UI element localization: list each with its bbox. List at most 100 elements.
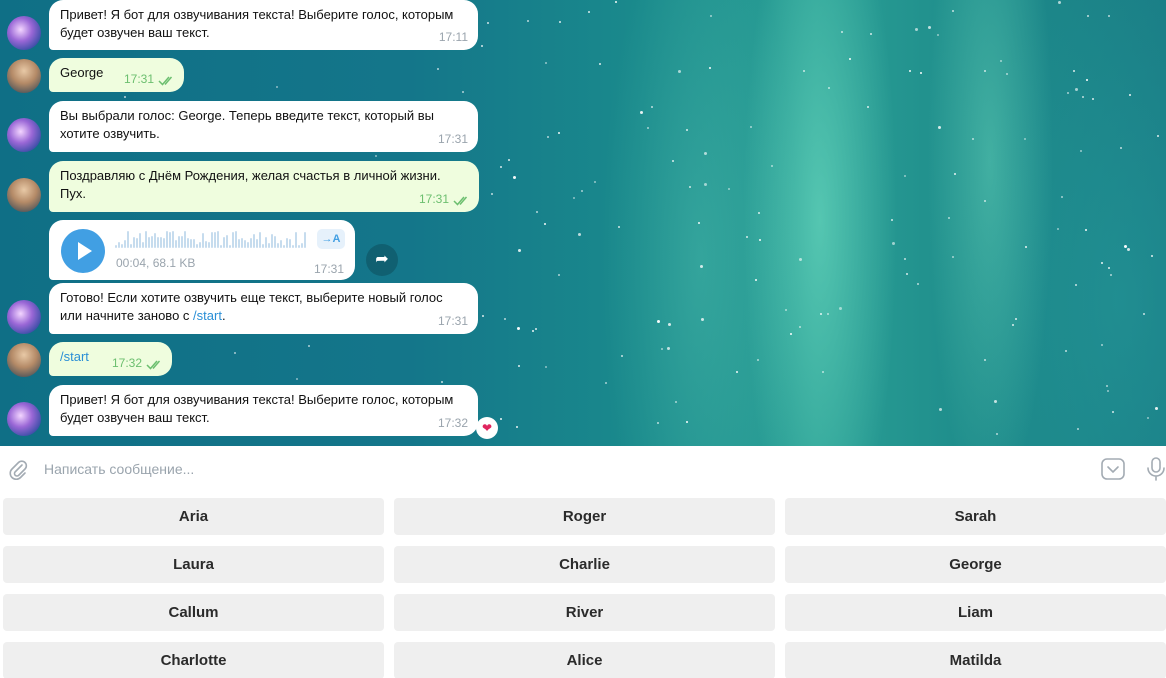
bot-avatar[interactable] xyxy=(7,16,41,50)
waveform-bar xyxy=(154,233,156,248)
bot-avatar[interactable] xyxy=(7,300,41,334)
start-command-link[interactable]: /start xyxy=(193,308,222,323)
waveform-bar xyxy=(295,232,297,248)
voice-button-sarah[interactable]: Sarah xyxy=(785,498,1166,535)
play-icon[interactable] xyxy=(61,229,105,273)
paperclip-icon[interactable] xyxy=(8,459,28,481)
waveform-bar xyxy=(268,243,270,248)
bot-message: Привет! Я бот для озвучивания текста! Вы… xyxy=(49,0,478,50)
transcribe-button[interactable]: →A xyxy=(317,229,345,249)
star xyxy=(558,132,560,134)
star xyxy=(516,426,518,428)
star xyxy=(954,173,956,175)
star xyxy=(827,313,829,315)
bot-avatar[interactable] xyxy=(7,118,41,152)
waveform-bar xyxy=(244,240,246,248)
waveform-bar xyxy=(298,245,300,248)
star xyxy=(906,273,908,275)
voice-button-aria[interactable]: Aria xyxy=(3,498,384,535)
star xyxy=(820,313,822,315)
message-input[interactable] xyxy=(44,458,744,480)
user-avatar[interactable] xyxy=(7,178,41,212)
waveform-bar xyxy=(196,244,198,248)
heart-reaction-icon[interactable]: ❤ xyxy=(476,417,498,439)
waveform-bar xyxy=(124,240,126,248)
star xyxy=(1085,229,1087,231)
voice-button-liam[interactable]: Liam xyxy=(785,594,1166,631)
waveform-bar xyxy=(205,241,207,248)
star xyxy=(547,136,549,138)
star xyxy=(984,359,986,361)
star xyxy=(1107,390,1109,392)
waveform-bar xyxy=(235,231,237,248)
star xyxy=(746,236,748,238)
star xyxy=(891,219,893,221)
waveform-bar xyxy=(157,237,159,248)
star xyxy=(308,345,310,347)
keyboard-toggle-icon[interactable] xyxy=(1101,458,1125,480)
waveform-bar xyxy=(172,231,174,248)
star xyxy=(535,328,537,330)
star xyxy=(1012,324,1014,326)
waveform-bar xyxy=(136,238,138,248)
chat-area: Привет! Я бот для озвучивания текста! Вы… xyxy=(0,0,1166,446)
bot-avatar[interactable] xyxy=(7,402,41,436)
star xyxy=(994,400,997,403)
voice-button-charlotte[interactable]: Charlotte xyxy=(3,642,384,678)
waveform-bar xyxy=(118,242,120,248)
star xyxy=(948,217,950,219)
star xyxy=(928,26,931,29)
star xyxy=(375,155,377,157)
waveform-bar xyxy=(187,238,189,248)
voice-button-alice[interactable]: Alice xyxy=(394,642,775,678)
waveform-bar xyxy=(145,231,147,248)
star xyxy=(799,258,802,261)
waveform-bar xyxy=(127,231,129,248)
waveform[interactable] xyxy=(115,230,309,248)
star xyxy=(1147,417,1149,419)
star xyxy=(938,126,941,129)
star xyxy=(1082,96,1084,98)
message-composer xyxy=(0,446,1166,492)
waveform-bar xyxy=(292,245,294,248)
voice-button-callum[interactable]: Callum xyxy=(3,594,384,631)
waveform-bar xyxy=(214,232,216,248)
user-avatar[interactable] xyxy=(7,59,41,93)
voice-button-river[interactable]: River xyxy=(394,594,775,631)
star xyxy=(704,183,707,186)
voice-button-george[interactable]: George xyxy=(785,546,1166,583)
voice-button-charlie[interactable]: Charlie xyxy=(394,546,775,583)
star xyxy=(828,87,830,89)
star xyxy=(939,408,942,411)
message-time: 17:31 xyxy=(437,314,468,328)
waveform-bar xyxy=(229,245,231,248)
star xyxy=(588,11,590,13)
user-message: George 17:31 xyxy=(49,58,184,92)
star xyxy=(839,307,842,310)
voice-button-roger[interactable]: Roger xyxy=(394,498,775,535)
waveform-bar xyxy=(232,232,234,248)
waveform-bar xyxy=(178,236,180,248)
star xyxy=(1015,318,1017,320)
star xyxy=(491,193,493,195)
star xyxy=(1155,407,1158,410)
star xyxy=(1077,428,1079,430)
star xyxy=(909,70,911,72)
waveform-bar xyxy=(115,245,117,248)
message-text: Вы выбрали голос: George. Теперь введите… xyxy=(60,108,434,141)
voice-button-matilda[interactable]: Matilda xyxy=(785,642,1166,678)
bot-message: Вы выбрали голос: George. Теперь введите… xyxy=(49,101,478,152)
voice-button-laura[interactable]: Laura xyxy=(3,546,384,583)
star xyxy=(482,315,484,317)
star xyxy=(657,422,659,424)
star xyxy=(573,197,575,199)
star xyxy=(504,318,506,320)
user-avatar[interactable] xyxy=(7,343,41,377)
star xyxy=(996,433,998,435)
user-message: Поздравляю с Днём Рождения, желая счасть… xyxy=(49,161,479,212)
star xyxy=(1080,150,1082,152)
share-arrow-icon[interactable]: ➦ xyxy=(366,244,398,276)
start-command-link[interactable]: /start xyxy=(60,349,89,364)
microphone-icon[interactable] xyxy=(1146,457,1166,481)
star xyxy=(771,165,773,167)
